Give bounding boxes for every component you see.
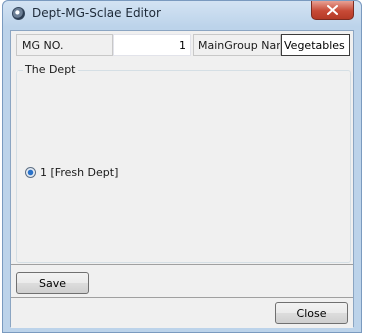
dept-groupbox-title: The Dept: [23, 63, 78, 76]
close-x-icon: [327, 5, 338, 15]
main-group-name-input[interactable]: [281, 34, 350, 56]
save-button[interactable]: Save: [16, 272, 89, 294]
dept-option-label[interactable]: 1 [Fresh Dept]: [40, 166, 118, 179]
dialog-window: Dept-MG-Sclae Editor MG NO. MainGroup Na…: [2, 0, 362, 333]
mg-no-label: MG NO.: [16, 34, 113, 56]
bottom-panel: Close: [11, 297, 353, 328]
main-group-name-label: MainGroup Nam: [193, 34, 281, 56]
title-bar[interactable]: Dept-MG-Sclae Editor: [3, 1, 361, 27]
window-close-button[interactable]: [311, 1, 354, 20]
app-globe-icon: [12, 7, 25, 20]
close-button[interactable]: Close: [275, 302, 348, 324]
dept-groupbox: The Dept 1 [Fresh Dept]: [16, 63, 351, 263]
mg-no-input[interactable]: [113, 34, 191, 56]
window-title: Dept-MG-Sclae Editor: [32, 6, 161, 20]
radio-selected-icon[interactable]: [25, 167, 36, 178]
dialog-client-area: MG NO. MainGroup Nam The Dept 1 [Fresh D…: [10, 30, 354, 328]
save-panel: Save: [11, 264, 353, 297]
